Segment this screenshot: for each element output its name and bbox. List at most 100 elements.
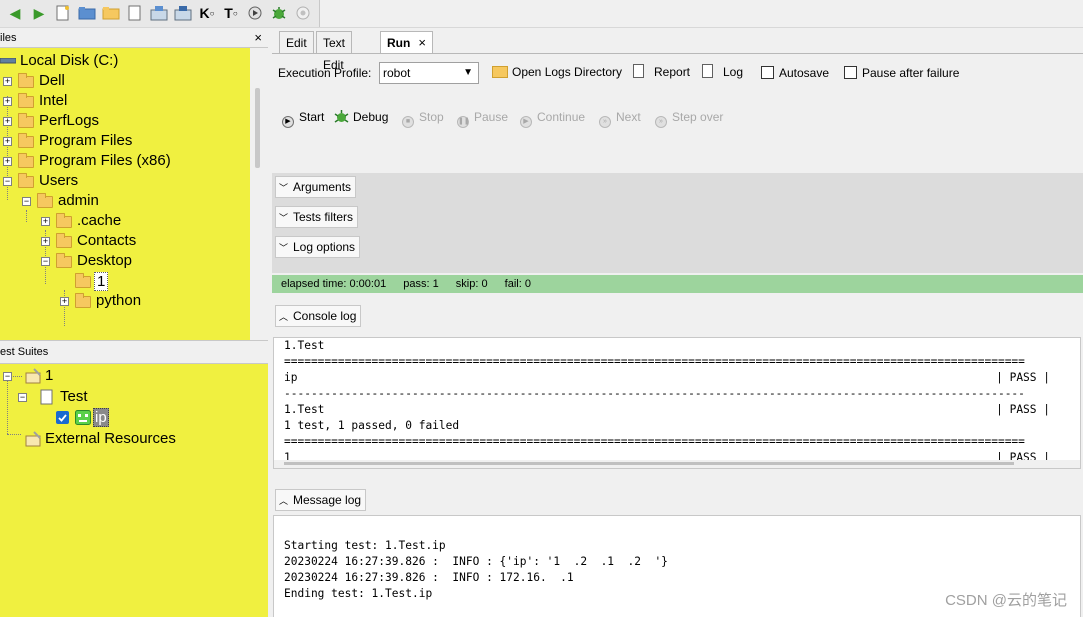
open-folder-icon[interactable] xyxy=(102,4,120,22)
run-icon[interactable] xyxy=(246,4,264,22)
search-keywords-icon[interactable]: K ○ xyxy=(198,4,216,22)
folder-icon xyxy=(18,133,34,148)
options-area: ﹀ Arguments ﹀ Tests filters ﹀ Log options xyxy=(272,173,1083,273)
folder-icon xyxy=(56,233,72,248)
tree-item-label: Dell xyxy=(39,72,65,89)
expand-icon[interactable]: + xyxy=(60,297,69,306)
message-line: Starting test: 1.Test.ip xyxy=(284,539,446,552)
expand-icon[interactable]: + xyxy=(41,237,50,246)
next-button[interactable]: » Next xyxy=(599,109,641,128)
step-over-icon: » xyxy=(655,116,667,128)
debug-icon[interactable] xyxy=(270,4,288,22)
back-icon[interactable]: ◀ xyxy=(6,4,24,22)
tree-item-label: Contacts xyxy=(77,232,137,249)
save-all-icon[interactable] xyxy=(174,4,192,22)
expand-icon[interactable]: + xyxy=(41,217,50,226)
chevron-down-icon: ▼ xyxy=(463,67,473,78)
continue-button[interactable]: ▶ Continue xyxy=(520,109,586,128)
console-separator: ----------------------------------------… xyxy=(284,387,1025,400)
run-status-bar: elapsed time: 0:00:01 pass: 1 skip: 0 fa… xyxy=(272,275,1083,293)
skip-count: skip: 0 xyxy=(455,278,488,290)
execution-profile-value: robot xyxy=(383,66,411,80)
folder-icon xyxy=(18,173,34,188)
files-pane-title: iles xyxy=(0,32,17,44)
step-over-button[interactable]: » Step over xyxy=(655,109,723,128)
expand-icon[interactable]: + xyxy=(3,117,12,126)
collapse-icon[interactable]: − xyxy=(3,372,12,381)
collapse-icon[interactable]: − xyxy=(3,177,12,186)
report-button[interactable]: Report xyxy=(654,64,690,80)
tree-item-label: 1 xyxy=(45,367,54,384)
expand-icon[interactable]: + xyxy=(3,77,12,86)
autosave-checkbox[interactable] xyxy=(761,66,774,79)
forward-icon[interactable]: ▶ xyxy=(30,4,48,22)
left-panel: iles × Local Disk (C:) + Dell + Intel + … xyxy=(0,28,268,617)
tree-item-label: Desktop xyxy=(77,252,133,269)
execution-profile-select[interactable]: robot ▼ xyxy=(379,62,479,84)
folder-icon xyxy=(37,193,53,208)
pause-button[interactable]: ❚❚ Pause xyxy=(457,109,508,128)
save-icon[interactable] xyxy=(150,4,168,22)
console-log-section-toggle[interactable]: ︿ Console log xyxy=(275,305,362,327)
main-toolbar: ◀ ▶ K ○ T ○ xyxy=(0,0,1083,28)
folder-icon xyxy=(18,153,34,168)
collapse-icon[interactable]: − xyxy=(22,197,31,206)
console-log[interactable]: 1.Test =================================… xyxy=(273,337,1081,469)
debug-button[interactable]: Debug xyxy=(334,109,388,125)
console-line: 1.Test xyxy=(284,339,325,352)
start-button[interactable]: ▶ Start xyxy=(282,109,324,128)
expand-icon[interactable]: + xyxy=(3,137,12,146)
tab-text-edit[interactable]: Text Edit xyxy=(316,31,353,72)
tab-run[interactable]: Run × xyxy=(380,31,433,54)
console-line: ip xyxy=(284,371,298,384)
log-button[interactable]: Log xyxy=(723,64,743,80)
open-icon[interactable] xyxy=(78,4,96,22)
watermark: CSDN @云的笔记 xyxy=(945,592,1067,609)
files-vertical-scrollbar[interactable] xyxy=(250,48,268,340)
open-logs-directory-button[interactable]: Open Logs Directory xyxy=(512,64,622,80)
tests-filters-section-toggle[interactable]: ﹀ Tests filters xyxy=(275,206,359,228)
console-horizontal-scrollbar[interactable] xyxy=(274,460,1080,468)
collapse-icon[interactable]: − xyxy=(18,393,27,402)
console-line: 1 test, 1 passed, 0 failed xyxy=(284,419,460,432)
stop-icon[interactable] xyxy=(294,4,312,22)
message-line: Ending test: 1.Test.ip xyxy=(284,587,433,600)
tree-item-label: admin xyxy=(58,192,99,209)
expand-icon[interactable]: + xyxy=(3,157,12,166)
next-icon: » xyxy=(599,116,611,128)
log-options-section-toggle[interactable]: ﹀ Log options xyxy=(275,236,361,258)
next-label: Next xyxy=(616,110,641,124)
tree-line xyxy=(7,434,21,435)
suites-pane-title: est Suites xyxy=(0,346,49,358)
pause-after-failure-checkbox[interactable] xyxy=(844,66,857,79)
message-line: 20230224 16:27:39.826 : INFO : 172.16. .… xyxy=(284,571,588,584)
close-icon[interactable]: × xyxy=(254,28,262,48)
search-tests-icon[interactable]: T ○ xyxy=(222,4,240,22)
right-panel: Edit Text Edit Run × Execution Profile: r… xyxy=(272,28,1083,617)
continue-label: Continue xyxy=(537,110,586,124)
new-file-icon[interactable] xyxy=(54,4,72,22)
tab-edit[interactable]: Edit xyxy=(279,31,314,53)
message-line: 20230224 16:27:39.826 : INFO : {'ip': '1… xyxy=(284,555,668,568)
pass-count: pass: 1 xyxy=(403,278,439,290)
scrollbar-thumb[interactable] xyxy=(284,462,1014,465)
message-log-section-toggle[interactable]: ︿ Message log xyxy=(275,489,367,511)
close-icon[interactable]: × xyxy=(418,35,426,50)
tree-item-label: python xyxy=(96,292,142,309)
collapse-icon[interactable]: − xyxy=(41,257,50,266)
tree-item-label: External Resources xyxy=(45,430,176,447)
files-tree: Local Disk (C:) + Dell + Intel + PerfLog… xyxy=(0,48,250,340)
checkbox-checked-icon[interactable] xyxy=(56,411,69,424)
tree-line xyxy=(7,376,8,434)
section-label: Message log xyxy=(293,493,362,507)
scrollbar-thumb[interactable] xyxy=(255,88,260,168)
robot-test-icon xyxy=(75,410,91,425)
console-pass: | PASS | xyxy=(996,371,1050,384)
tree-item-label: Users xyxy=(39,172,79,189)
stop-button[interactable]: ■ Stop xyxy=(402,109,444,128)
expand-icon[interactable]: + xyxy=(3,97,12,106)
arguments-section-toggle[interactable]: ﹀ Arguments xyxy=(275,176,357,198)
new-resource-icon[interactable] xyxy=(126,4,144,22)
suites-pane-header: est Suites xyxy=(0,340,268,364)
tab-label: Run xyxy=(387,36,411,50)
